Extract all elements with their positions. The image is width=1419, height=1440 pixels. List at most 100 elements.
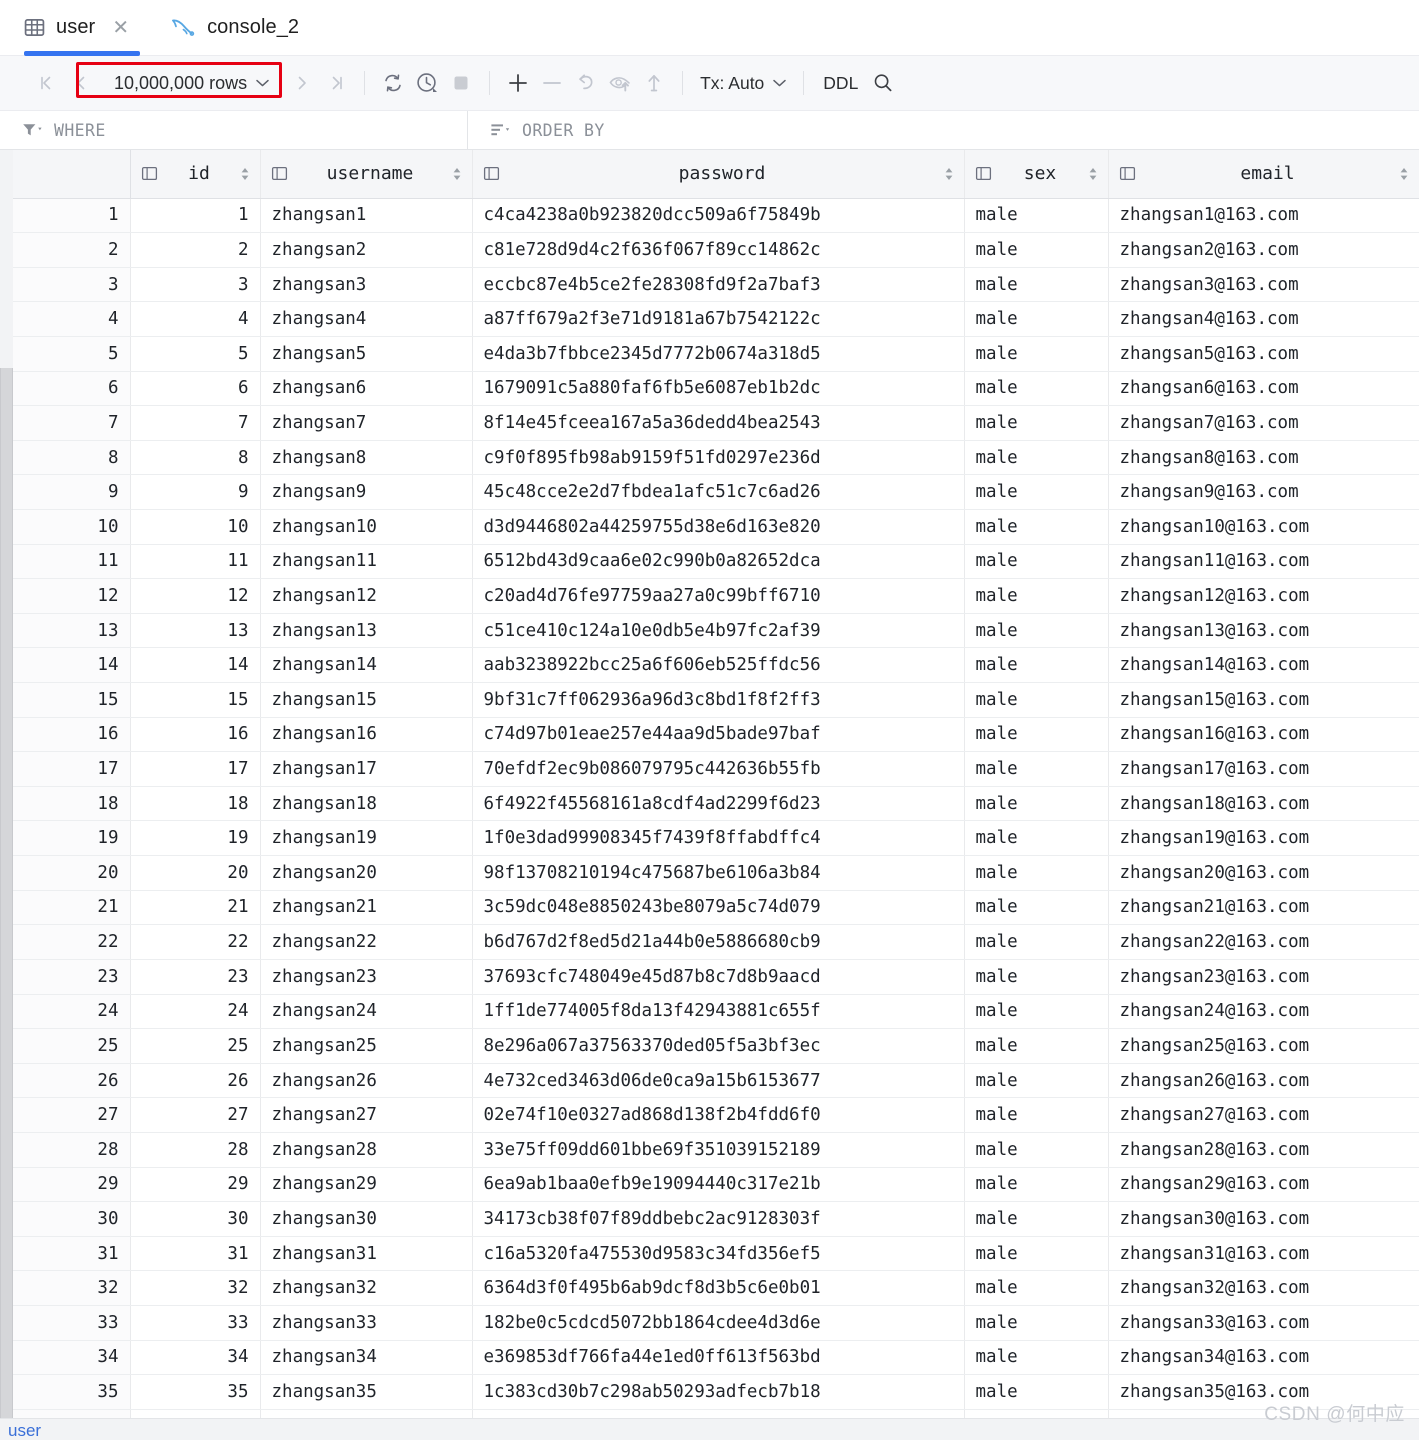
cell-password[interactable]: 34173cb38f07f89ddbebc2ac9128303f <box>472 1201 965 1237</box>
cell-id[interactable]: 32 <box>130 1270 261 1306</box>
cell-email[interactable]: zhangsan36@163.com <box>1108 1409 1419 1418</box>
tab-user[interactable]: user ✕ <box>0 0 146 56</box>
cell-password[interactable]: 19ca14e7ea6328a42e0eb13d585e4c22 <box>472 1409 965 1418</box>
cell-id[interactable]: 18 <box>130 786 261 822</box>
cell-id[interactable]: 23 <box>130 959 261 995</box>
cell-password[interactable]: 3c59dc048e8850243be8079a5c74d079 <box>472 890 965 926</box>
cell-username[interactable]: zhangsan6 <box>260 371 473 407</box>
next-page-button[interactable] <box>285 66 319 100</box>
cell-username[interactable]: zhangsan13 <box>260 613 473 649</box>
cell-password[interactable]: 45c48cce2e2d7fbdea1afc51c7c6ad26 <box>472 474 965 510</box>
cell-email[interactable]: zhangsan25@163.com <box>1108 1028 1419 1064</box>
cell-sex[interactable]: male <box>964 1063 1109 1099</box>
cell-email[interactable]: zhangsan16@163.com <box>1108 717 1419 753</box>
cell-id[interactable]: 12 <box>130 578 261 614</box>
cell-username[interactable]: zhangsan29 <box>260 1167 473 1203</box>
ddl-button[interactable]: DDL <box>815 73 866 94</box>
cell-id[interactable]: 25 <box>130 1028 261 1064</box>
cell-email[interactable]: zhangsan34@163.com <box>1108 1340 1419 1376</box>
cell-sex[interactable]: male <box>964 1097 1109 1133</box>
reload-button[interactable] <box>376 66 410 100</box>
cell-username[interactable]: zhangsan24 <box>260 994 473 1030</box>
cell-sex[interactable]: male <box>964 1340 1109 1376</box>
cell-sex[interactable]: male <box>964 717 1109 753</box>
cell-password[interactable]: c16a5320fa475530d9583c34fd356ef5 <box>472 1236 965 1272</box>
cell-id[interactable]: 13 <box>130 613 261 649</box>
cell-username[interactable]: zhangsan17 <box>260 751 473 787</box>
submit-button[interactable] <box>637 66 671 100</box>
tab-console_2[interactable]: console_2 <box>146 0 316 56</box>
table-row[interactable]: 5 5 zhangsan5 e4da3b7fbbce2345d7772b0674a31… <box>0 336 1419 372</box>
cell-username[interactable]: zhangsan14 <box>260 647 473 684</box>
cell-username[interactable]: zhangsan3 <box>260 267 473 303</box>
cell-username[interactable]: zhangsan36 <box>260 1409 473 1418</box>
sort-toggle-icon[interactable] <box>452 166 462 182</box>
table-row[interactable]: 19 19 zhangsan19 1f0e3dad99908345f7439f8ffa… <box>0 820 1419 857</box>
cell-password[interactable]: 37693cfc748049e45d87b8c7d8b9aacd <box>472 959 965 995</box>
table-row[interactable]: 27 27 zhangsan27 02e74f10e0327ad868d138f2b4… <box>0 1097 1419 1133</box>
cell-id[interactable]: 21 <box>130 890 261 926</box>
cell-sex[interactable]: male <box>964 301 1109 337</box>
table-row[interactable]: 34 34 zhangsan34 e369853df766fa44e1ed0ff613… <box>0 1340 1419 1376</box>
cell-sex[interactable]: male <box>964 1409 1109 1418</box>
cell-username[interactable]: zhangsan30 <box>260 1201 473 1237</box>
cell-sex[interactable]: male <box>964 1270 1109 1306</box>
cell-email[interactable]: zhangsan23@163.com <box>1108 959 1419 995</box>
cell-username[interactable]: zhangsan22 <box>260 924 473 960</box>
cell-sex[interactable]: male <box>964 1132 1109 1168</box>
header-username[interactable]: username <box>260 150 473 199</box>
cell-username[interactable]: zhangsan27 <box>260 1097 473 1133</box>
preview-changes-button[interactable] <box>603 66 637 100</box>
delete-row-button[interactable] <box>535 66 569 100</box>
cell-password[interactable]: c20ad4d76fe97759aa27a0c99bff6710 <box>472 578 965 614</box>
cell-username[interactable]: zhangsan26 <box>260 1063 473 1099</box>
cell-password[interactable]: d3d9446802a44259755d38e6d163e820 <box>472 509 965 545</box>
cell-sex[interactable]: male <box>964 613 1109 649</box>
cell-email[interactable]: zhangsan20@163.com <box>1108 855 1419 891</box>
cell-id[interactable]: 1 <box>130 198 261 234</box>
cell-password[interactable]: 33e75ff09dd601bbe69f351039152189 <box>472 1132 965 1168</box>
cell-password[interactable]: c9f0f895fb98ab9159f51fd0297e236d <box>472 440 965 476</box>
cell-username[interactable]: zhangsan32 <box>260 1270 473 1306</box>
cell-sex[interactable]: male <box>964 647 1109 684</box>
cell-password[interactable]: 1679091c5a880faf6fb5e6087eb1b2dc <box>472 371 965 407</box>
cell-email[interactable]: zhangsan22@163.com <box>1108 924 1419 960</box>
cell-username[interactable]: zhangsan12 <box>260 578 473 614</box>
table-row[interactable]: 9 9 zhangsan9 45c48cce2e2d7fbdea1afc51c7c6a… <box>0 474 1419 510</box>
first-page-button[interactable] <box>30 66 64 100</box>
table-row[interactable]: 11 11 zhangsan11 6512bd43d9caa6e02c990b0a82… <box>0 544 1419 580</box>
cell-email[interactable]: zhangsan30@163.com <box>1108 1201 1419 1237</box>
cell-id[interactable]: 30 <box>130 1201 261 1237</box>
cell-id[interactable]: 33 <box>130 1305 261 1341</box>
table-row[interactable]: 17 17 zhangsan17 70efdf2ec9b086079795c44263… <box>0 751 1419 787</box>
table-row[interactable]: 14 14 zhangsan14 aab3238922bcc25a6f606eb525… <box>0 647 1419 684</box>
cell-password[interactable]: aab3238922bcc25a6f606eb525ffdc56 <box>472 647 965 684</box>
table-row[interactable]: 23 23 zhangsan23 37693cfc748049e45d87b8c7d8… <box>0 959 1419 995</box>
cell-password[interactable]: eccbc87e4b5ce2fe28308fd9f2a7baf3 <box>472 267 965 303</box>
cell-sex[interactable]: male <box>964 267 1109 303</box>
cell-sex[interactable]: male <box>964 751 1109 787</box>
cell-sex[interactable]: male <box>964 198 1109 234</box>
prev-page-button[interactable] <box>64 66 98 100</box>
cell-id[interactable]: 17 <box>130 751 261 787</box>
header-id[interactable]: id <box>130 150 261 199</box>
cell-email[interactable]: zhangsan9@163.com <box>1108 474 1419 510</box>
cell-email[interactable]: zhangsan33@163.com <box>1108 1305 1419 1341</box>
cell-sex[interactable]: male <box>964 890 1109 926</box>
table-row[interactable]: 21 21 zhangsan21 3c59dc048e8850243be8079a5c… <box>0 890 1419 926</box>
cell-id[interactable]: 34 <box>130 1340 261 1376</box>
cell-email[interactable]: zhangsan32@163.com <box>1108 1270 1419 1306</box>
cell-id[interactable]: 16 <box>130 717 261 753</box>
cell-email[interactable]: zhangsan12@163.com <box>1108 578 1419 614</box>
cell-id[interactable]: 36 <box>130 1409 261 1418</box>
close-icon[interactable]: ✕ <box>112 18 129 38</box>
cell-id[interactable]: 6 <box>130 371 261 407</box>
cell-password[interactable]: a87ff679a2f3e71d9181a67b7542122c <box>472 301 965 337</box>
cell-sex[interactable]: male <box>964 1028 1109 1064</box>
cell-username[interactable]: zhangsan10 <box>260 509 473 545</box>
cell-sex[interactable]: male <box>964 994 1109 1030</box>
cell-sex[interactable]: male <box>964 855 1109 891</box>
cell-email[interactable]: zhangsan11@163.com <box>1108 544 1419 580</box>
cell-id[interactable]: 7 <box>130 405 261 441</box>
cell-username[interactable]: zhangsan31 <box>260 1236 473 1272</box>
